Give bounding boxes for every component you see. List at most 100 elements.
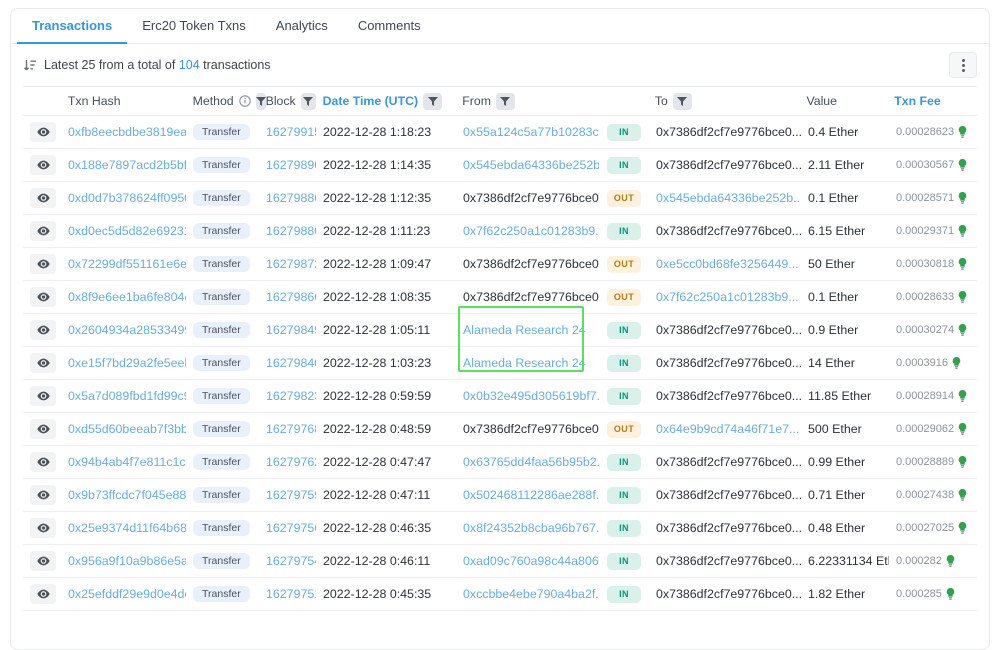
eye-icon bbox=[37, 127, 50, 137]
txn-hash-link[interactable]: 0x8f9e6ee1ba6fe804eb6... bbox=[61, 290, 186, 304]
txn-hash-link[interactable]: 0x5a7d089fbd1fd99c9db... bbox=[61, 389, 186, 403]
block-link[interactable]: 16279840 bbox=[259, 356, 316, 370]
filter-icon[interactable] bbox=[423, 93, 442, 110]
txn-hash-link[interactable]: 0x956a9f10a9b86e5a14... bbox=[61, 554, 186, 568]
method-badge: Transfer bbox=[193, 520, 250, 537]
from-address[interactable]: 0x502468112286ae288f... bbox=[456, 488, 599, 502]
eye-button[interactable] bbox=[30, 386, 56, 406]
txn-hash-link[interactable]: 0xfb8eecbdbe3819eaa6... bbox=[61, 125, 186, 139]
block-link[interactable]: 16279866 bbox=[259, 290, 316, 304]
block-link[interactable]: 16279849 bbox=[259, 323, 316, 337]
direction-badge: OUT bbox=[607, 421, 641, 438]
from-address[interactable]: 0x55a124c5a77b10283c... bbox=[456, 125, 599, 139]
eye-button[interactable] bbox=[30, 254, 56, 274]
from-address[interactable]: 0xad09c760a98c44a806... bbox=[456, 554, 599, 568]
table-row: 0xd0d7b378624ff09502c... Transfer 162798… bbox=[23, 182, 977, 215]
col-header-date-time[interactable]: Date Time (UTC) bbox=[316, 93, 456, 110]
direction-badge: IN bbox=[607, 487, 641, 504]
table-row: 0x8f9e6ee1ba6fe804eb6... Transfer 162798… bbox=[23, 281, 977, 314]
tab-analytics[interactable]: Analytics bbox=[261, 9, 343, 44]
block-link[interactable]: 16279759 bbox=[259, 488, 316, 502]
eye-button[interactable] bbox=[30, 353, 56, 373]
block-link[interactable]: 16279762 bbox=[259, 455, 316, 469]
block-link[interactable]: 16279823 bbox=[259, 389, 316, 403]
from-address[interactable]: Alameda Research 24 bbox=[456, 323, 599, 337]
txn-hash-link[interactable]: 0x72299df551161e6eee... bbox=[61, 257, 186, 271]
txn-hash-link[interactable]: 0xe15f7bd29a2fe5eeb29... bbox=[61, 356, 186, 370]
gas-bulb-icon bbox=[958, 192, 967, 204]
filter-icon[interactable] bbox=[496, 93, 515, 110]
eye-button[interactable] bbox=[30, 419, 56, 439]
txn-fee-text: 0.00029371 bbox=[896, 225, 954, 237]
from-address[interactable]: Alameda Research 24 bbox=[456, 356, 599, 370]
value-text: 0.1 Ether bbox=[801, 290, 889, 304]
method-badge: Transfer bbox=[193, 322, 250, 339]
tab-erc20-token-txns[interactable]: Erc20 Token Txns bbox=[127, 9, 261, 44]
block-link[interactable]: 16279756 bbox=[259, 521, 316, 535]
eye-icon bbox=[37, 160, 50, 170]
txn-hash-link[interactable]: 0xd0ec5d5d82e6923113... bbox=[61, 224, 186, 238]
from-address[interactable]: 0x545ebda64336be252b... bbox=[456, 158, 599, 172]
kebab-menu-button[interactable] bbox=[949, 52, 977, 78]
eye-button[interactable] bbox=[30, 485, 56, 505]
datetime-text: 2022-12-28 1:12:35 bbox=[316, 191, 456, 205]
eye-button[interactable] bbox=[30, 584, 56, 604]
txn-hash-link[interactable]: 0x2604934a28533499f4... bbox=[61, 323, 186, 337]
txn-hash-link[interactable]: 0xd0d7b378624ff09502c... bbox=[61, 191, 186, 205]
eye-button[interactable] bbox=[30, 518, 56, 538]
eye-button[interactable] bbox=[30, 452, 56, 472]
block-link[interactable]: 16279896 bbox=[259, 158, 316, 172]
txn-hash-link[interactable]: 0x188e7897acd2b5bf6b... bbox=[61, 158, 186, 172]
from-address[interactable]: 0x0b32e495d305619bf7... bbox=[456, 389, 599, 403]
block-link[interactable]: 16279915 bbox=[259, 125, 316, 139]
from-address[interactable]: 0x7f62c250a1c01283b9... bbox=[456, 224, 599, 238]
txn-hash-link[interactable]: 0x25efddf29e9d0e4ddc1... bbox=[61, 587, 186, 601]
eye-button[interactable] bbox=[30, 551, 56, 571]
transaction-count-link[interactable]: 104 bbox=[179, 58, 200, 72]
eye-icon bbox=[37, 193, 50, 203]
method-badge: Transfer bbox=[193, 421, 250, 438]
from-address[interactable]: 0x63765dd4faa56b95b2... bbox=[456, 455, 599, 469]
txn-hash-link[interactable]: 0xd55d60beeab7f3bb82... bbox=[61, 422, 186, 436]
filter-icon[interactable] bbox=[673, 93, 692, 110]
to-address[interactable]: 0x545ebda64336be252b... bbox=[649, 191, 801, 205]
col-header-to: To bbox=[648, 93, 800, 110]
eye-icon bbox=[37, 358, 50, 368]
from-address[interactable]: 0x8f24352b8cba96b767... bbox=[456, 521, 599, 535]
col-header-txn-hash: Txn Hash bbox=[61, 94, 186, 108]
eye-button[interactable] bbox=[30, 188, 56, 208]
col-header-txn-fee[interactable]: Txn Fee bbox=[887, 94, 977, 108]
info-icon[interactable] bbox=[239, 95, 251, 107]
txn-hash-link[interactable]: 0x9b73ffcdc7f045e8865a... bbox=[61, 488, 186, 502]
eye-button[interactable] bbox=[30, 287, 56, 307]
txn-hash-link[interactable]: 0x94b4ab4f7e811c1ceca... bbox=[61, 455, 186, 469]
block-link[interactable]: 16279880 bbox=[259, 224, 316, 238]
block-link[interactable]: 16279754 bbox=[259, 554, 316, 568]
table-row: 0x25efddf29e9d0e4ddc1... Transfer 162797… bbox=[23, 578, 977, 611]
block-link[interactable]: 16279768 bbox=[259, 422, 316, 436]
to-address: 0x7386df2cf7e9776bce0... bbox=[649, 323, 801, 337]
to-address[interactable]: 0xe5cc0bd68fe3256449... bbox=[649, 257, 801, 271]
block-link[interactable]: 16279886 bbox=[259, 191, 316, 205]
to-address[interactable]: 0x7f62c250a1c01283b9... bbox=[649, 290, 801, 304]
from-address[interactable]: 0xccbbe4ebe790a4ba2f... bbox=[456, 587, 599, 601]
eye-button[interactable] bbox=[30, 155, 56, 175]
eye-button[interactable] bbox=[30, 122, 56, 142]
tab-comments[interactable]: Comments bbox=[343, 9, 436, 44]
eye-icon bbox=[37, 391, 50, 401]
eye-icon bbox=[37, 424, 50, 434]
txn-fee-text: 0.000282 bbox=[896, 555, 942, 567]
to-address: 0x7386df2cf7e9776bce0... bbox=[649, 455, 801, 469]
block-link[interactable]: 16279751 bbox=[259, 587, 316, 601]
gas-bulb-icon bbox=[958, 423, 967, 435]
block-link[interactable]: 16279872 bbox=[259, 257, 316, 271]
to-address[interactable]: 0x64e9b9cd74a46f71e7... bbox=[649, 422, 801, 436]
filter-icon[interactable] bbox=[301, 93, 316, 110]
txn-fee-text: 0.00027438 bbox=[896, 489, 954, 501]
txn-hash-link[interactable]: 0x25e9374d11f64b6807... bbox=[61, 521, 186, 535]
to-address: 0x7386df2cf7e9776bce0... bbox=[649, 554, 801, 568]
eye-button[interactable] bbox=[30, 320, 56, 340]
eye-button[interactable] bbox=[30, 221, 56, 241]
tab-transactions[interactable]: Transactions bbox=[17, 9, 127, 44]
table-row: 0x9b73ffcdc7f045e8865a... Transfer 16279… bbox=[23, 479, 977, 512]
